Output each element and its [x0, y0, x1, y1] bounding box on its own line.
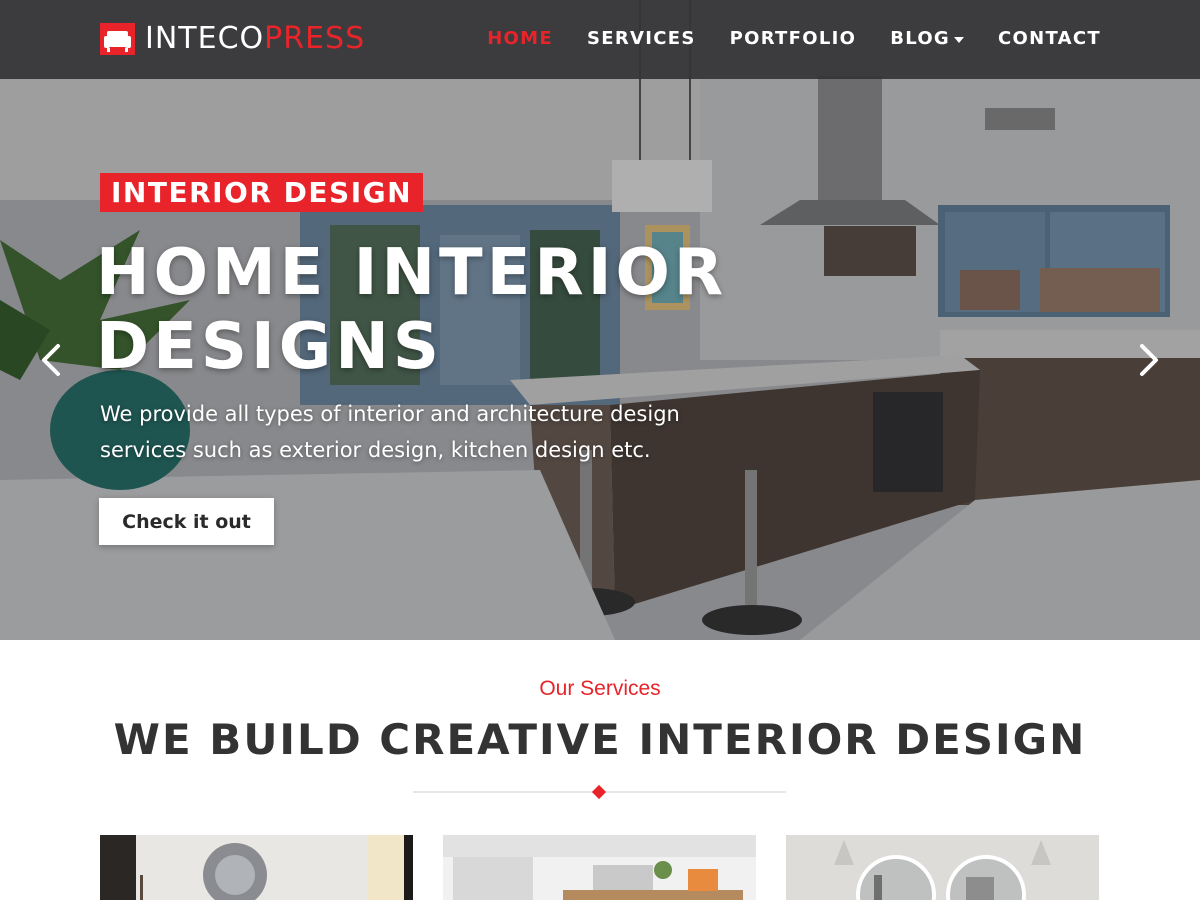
caret-down-icon — [954, 37, 965, 43]
logo-text: INTECOPRESS — [145, 22, 365, 56]
hero-badge: INTERIOR DESIGN — [100, 173, 424, 212]
office-desk-image — [443, 835, 756, 900]
chevron-right-icon[interactable] — [1134, 340, 1164, 380]
nav-home[interactable]: HOME — [487, 27, 553, 51]
nav-blog[interactable]: BLOG — [890, 27, 965, 51]
hero-title-line1: HOME INTERIOR — [96, 236, 728, 310]
living-room-image — [100, 835, 413, 900]
main-nav: HOME SERVICES PORTFOLIO BLOG CONTACT — [453, 27, 1101, 51]
nav-services[interactable]: SERVICES — [587, 27, 696, 51]
logo-text-accent: PRESS — [264, 21, 366, 56]
sofa-logo-icon — [100, 23, 135, 55]
divider-diamond-icon — [591, 784, 607, 800]
services-section: Our Services WE BUILD CREATIVE INTERIOR … — [0, 640, 1200, 900]
check-it-out-button[interactable]: Check it out — [99, 498, 274, 545]
nav-portfolio[interactable]: PORTFOLIO — [730, 27, 857, 51]
site-header: INTECOPRESS HOME SERVICES PORTFOLIO BLOG… — [0, 0, 1200, 79]
service-card-living-room[interactable] — [100, 835, 413, 900]
hero-title-line2: DESIGNS — [96, 310, 443, 384]
hero-slider: INTERIOR DESIGN HOME INTERIOR DESIGNS We… — [0, 0, 1200, 640]
logo-text-primary: INTECO — [145, 21, 265, 56]
nav-blog-label: BLOG — [890, 28, 951, 49]
bathroom-mirror-image — [786, 835, 1099, 900]
nav-contact[interactable]: CONTACT — [998, 27, 1101, 51]
services-title: WE BUILD CREATIVE INTERIOR DESIGN — [113, 715, 1087, 764]
site-logo[interactable]: INTECOPRESS — [100, 22, 365, 56]
services-subtitle: Our Services — [539, 677, 661, 700]
hero-description: We provide all types of interior and arc… — [100, 402, 680, 462]
chevron-left-icon[interactable] — [36, 340, 66, 380]
service-card-office[interactable] — [443, 835, 756, 900]
service-card-bathroom[interactable] — [786, 835, 1099, 900]
hero-title: HOME INTERIOR DESIGNS — [96, 236, 816, 384]
